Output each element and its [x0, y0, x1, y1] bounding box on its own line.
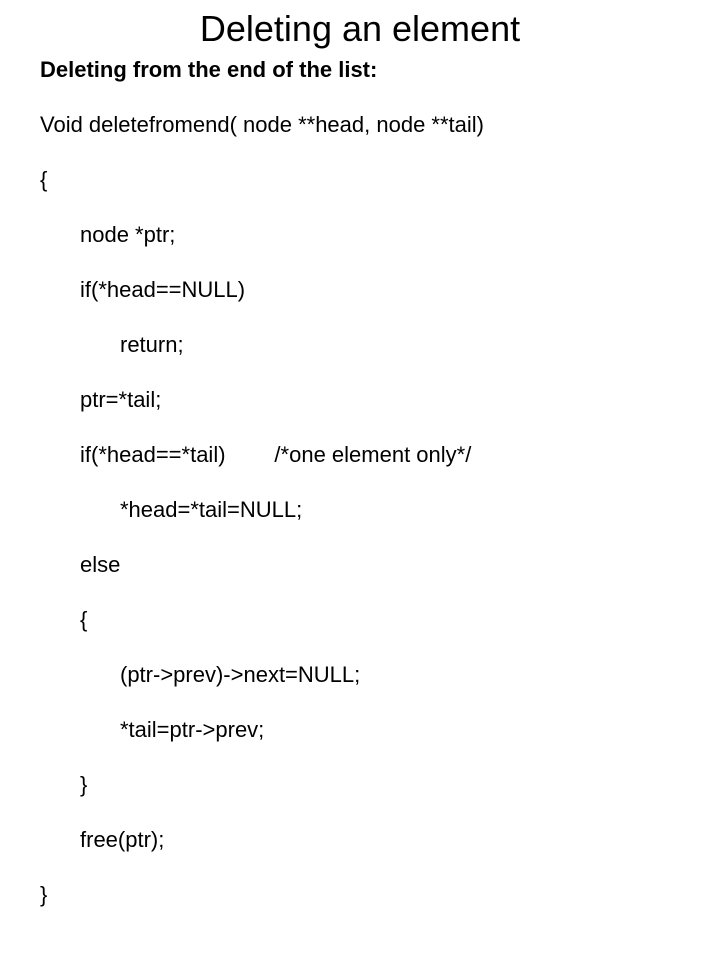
- code-line: if(*head==*tail) /*one element only*/: [40, 441, 680, 469]
- code-line: {: [40, 166, 680, 194]
- code-line: Void deletefromend( node **head, node **…: [40, 111, 680, 139]
- code-line: }: [40, 771, 680, 799]
- code-line: {: [40, 606, 680, 634]
- code-line: *tail=ptr->prev;: [40, 716, 680, 744]
- code-line: }: [40, 881, 680, 909]
- code-line: if(*head==NULL): [40, 276, 680, 304]
- code-line: free(ptr);: [40, 826, 680, 854]
- code-block: Void deletefromend( node **head, node **…: [40, 84, 680, 964]
- code-line: (ptr->prev)->next=NULL;: [40, 661, 680, 689]
- slide-subtitle: Deleting from the end of the list:: [40, 56, 680, 84]
- code-line: ptr=*tail;: [40, 386, 680, 414]
- code-line: node *ptr;: [40, 221, 680, 249]
- code-line: *head=*tail=NULL;: [40, 496, 680, 524]
- slide: Deleting an element Deleting from the en…: [0, 0, 720, 540]
- code-line: else: [40, 551, 680, 579]
- code-line: return;: [40, 331, 680, 359]
- slide-title: Deleting an element: [40, 8, 680, 50]
